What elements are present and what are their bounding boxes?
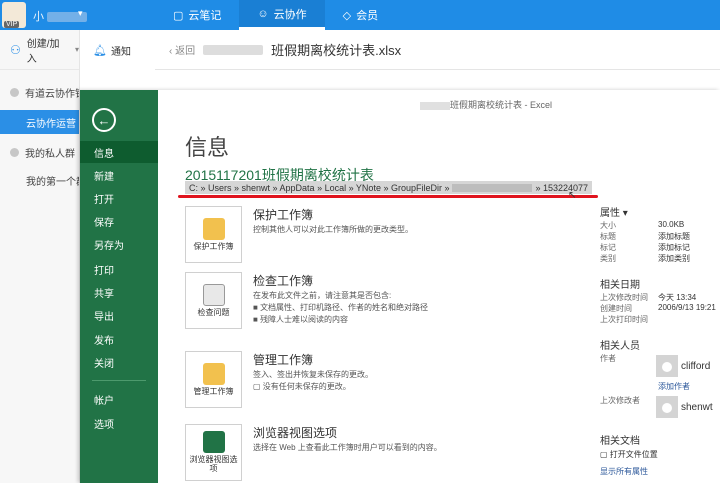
sidebar-item-first-group[interactable]: 我的第一个群 (0, 168, 79, 192)
prop-row: 大小 30.0KB (600, 220, 685, 230)
dates-header: 相关日期 (600, 280, 640, 291)
nav-info[interactable]: 信息 (80, 141, 158, 163)
nav-print[interactable]: 打印 (80, 258, 158, 280)
nav-publish[interactable]: 发布 (80, 328, 158, 350)
open-location-link[interactable]: ▢ 打开文件位置 (600, 449, 658, 460)
bell-icon: 🔔︎ (93, 44, 107, 57)
nav-close[interactable]: 关闭 (80, 351, 158, 373)
vip-badge: VIP (4, 21, 20, 28)
redacted-class (203, 44, 264, 55)
manage-desc: 签入、签出并恢复未保存的更改。 (253, 370, 373, 379)
date-row: 上次修改时间 今天 13:34 (600, 293, 697, 302)
main-tabs: ▢ 云笔记 ☺ 云协作 ◇ 会员 (155, 0, 396, 30)
manage-document-icon (202, 362, 225, 385)
author-person[interactable]: clifford (656, 355, 720, 377)
manage-note: ▢ 没有任何未保存的更改。 (253, 382, 351, 391)
people-icon: ☺ (257, 7, 269, 20)
create-join-button[interactable]: ⚇ 创建/加入 ▾ (0, 30, 79, 70)
lock-key-icon (202, 217, 225, 240)
avatar (656, 396, 678, 418)
red-underline-annotation (178, 195, 598, 198)
group-icon (10, 87, 19, 97)
tab-cloud-note[interactable]: ▢ 云笔记 (155, 0, 239, 30)
sidebar-item-sales[interactable]: 有道云协作销售部 (0, 80, 79, 104)
mouse-cursor-icon: ↖ (568, 190, 577, 201)
date-row: 创建时间 2006/9/13 19:21 (600, 303, 716, 313)
protect-title: 保护工作簿 (253, 208, 314, 222)
document-header: ‹ 返回 班假期离校统计表.xlsx (155, 30, 720, 70)
inspect-desc: 在发布此文件之前，请注意其是否包含: (253, 291, 392, 300)
browser-desc: 选择在 Web 上查看此工作簿时用户可以看到的内容。 (253, 443, 442, 452)
sidebar-item-ops[interactable]: 云协作运营 (0, 110, 79, 134)
diamond-icon: ◇ (342, 9, 352, 22)
manage-title: 管理工作簿 (253, 353, 314, 367)
nav-account[interactable]: 帐户 (80, 388, 158, 410)
tab-member[interactable]: ◇ 会员 (325, 0, 396, 30)
browser-title: 浏览器视图选项 (253, 426, 338, 440)
notify-button[interactable]: 🔔︎ 通知 (93, 30, 131, 70)
nav-new[interactable]: 新建 (80, 164, 158, 186)
excel-window: ← 信息 新建 打开 保存 另存为 打印 共享 导出 发布 关闭 帐户 选项 班… (80, 90, 720, 483)
nav-open[interactable]: 打开 (80, 187, 158, 209)
inspect-bullet: ■ 文档属性、打印机路径、作者的姓名和绝对路径 (253, 303, 429, 312)
prop-row[interactable]: 标题 添加标题 (600, 231, 718, 242)
page-title: 信息 (185, 135, 230, 160)
back-arrow-icon[interactable]: ← (92, 108, 116, 132)
nav-divider (92, 380, 146, 381)
sidebar-item-private[interactable]: 我的私人群 (0, 140, 79, 164)
chevron-down-icon: ▾ (74, 45, 79, 54)
inspect-bullet: ■ 残障人士难以阅读的内容 (253, 315, 349, 324)
inspect-document-icon (202, 283, 225, 306)
group-sidebar: ⚇ 创建/加入 ▾ 有道云协作销售部 云协作运营 我的私人群 我的第一个群 (0, 30, 80, 483)
date-row: 上次打印时间 (600, 315, 648, 324)
properties-header[interactable]: 属性 ▾ (600, 204, 628, 219)
tab-cloud-collab[interactable]: ☺ 云协作 (239, 0, 325, 30)
nav-save-as[interactable]: 另存为 (80, 233, 158, 255)
back-button[interactable]: ‹ 返回 (169, 42, 195, 57)
check-issues-button[interactable]: 检查问题 (185, 272, 242, 329)
modifier-person[interactable]: shenwt (656, 396, 720, 418)
avatar (656, 355, 678, 377)
nav-share[interactable]: 共享 (80, 281, 158, 303)
protect-desc: 控制其他人可以对此工作簿所做的更改类型。 (253, 225, 413, 234)
redacted-path (452, 183, 533, 192)
nav-export[interactable]: 导出 (80, 304, 158, 326)
excel-globe-icon (202, 431, 225, 454)
document-title: 班假期离校统计表.xlsx (271, 43, 402, 58)
show-all-props-link[interactable]: 显示所有属性 (600, 466, 648, 477)
nav-save[interactable]: 保存 (80, 210, 158, 232)
nav-options[interactable]: 选项 (80, 412, 158, 434)
protect-workbook-button[interactable]: 保护工作簿 (185, 206, 242, 263)
prop-row[interactable]: 类别 添加类别 (600, 253, 718, 264)
backstage-main: 信息 2015117201班假期离校统计表 C: » Users » shenw… (158, 90, 720, 483)
prop-row[interactable]: 标记 添加标记 (600, 242, 718, 253)
properties-panel: 属性 ▾ 大小 30.0KB 标题 添加标题 标记 添加标记 类别 添加类别 相关日期 … (598, 90, 720, 483)
top-bar: VIP 小 ▾ ▢ 云笔记 ☺ 云协作 ◇ 会员 (0, 0, 720, 30)
group-icon (10, 147, 19, 157)
avatar[interactable]: VIP (2, 2, 26, 28)
cloud-note-icon: ▢ (173, 9, 184, 22)
add-person-icon: ⚇ (10, 42, 21, 57)
browser-view-button[interactable]: 浏览器视图选项 (185, 424, 242, 481)
chevron-down-icon[interactable]: ▾ (78, 8, 83, 19)
docs-header: 相关文档 (600, 436, 640, 447)
file-path[interactable]: C: » Users » shenwt » AppData » Local » … (185, 181, 593, 194)
people-header: 相关人员 (600, 341, 640, 352)
add-author-link[interactable]: 添加作者 (658, 381, 690, 392)
inspect-title: 检查工作簿 (253, 274, 314, 288)
manage-workbook-button[interactable]: 管理工作簿 (185, 351, 242, 408)
backstage-nav: ← 信息 新建 打开 保存 另存为 打印 共享 导出 发布 关闭 帐户 选项 (80, 90, 158, 483)
